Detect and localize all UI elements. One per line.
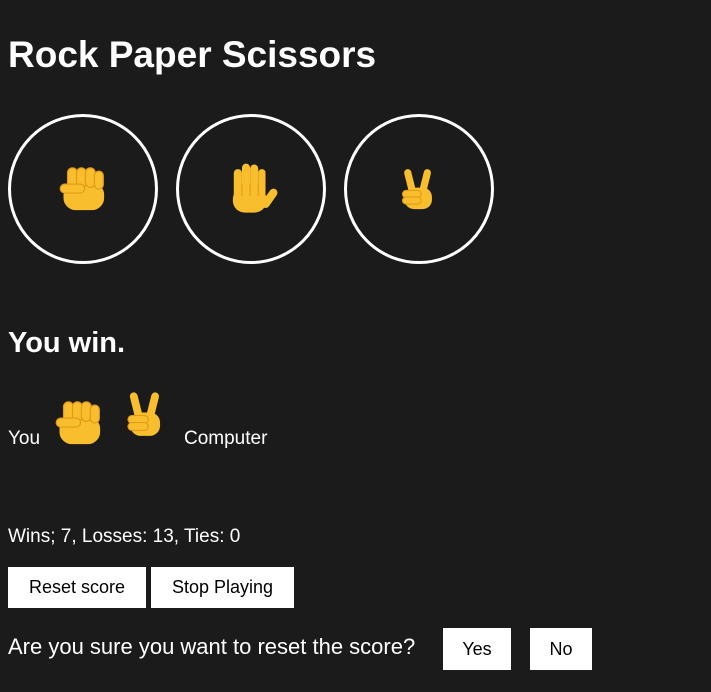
victory-hand-icon (396, 158, 442, 220)
stop-playing-button[interactable]: Stop Playing (151, 567, 294, 608)
score-text: Wins; 7, Losses: 13, Ties: 0 (8, 526, 241, 547)
confirm-yes-button[interactable]: Yes (443, 628, 511, 670)
result-text: You win. (8, 327, 126, 359)
paper-button[interactable] (176, 114, 326, 264)
scissors-button[interactable] (344, 114, 494, 264)
player-label: You (8, 428, 41, 449)
computer-label: Computer (184, 428, 268, 449)
raised-fist-icon (57, 163, 109, 215)
rock-button[interactable] (8, 114, 158, 264)
moves-row: You Computer (8, 382, 298, 452)
confirm-no-button[interactable]: No (530, 628, 592, 670)
move-choices (8, 114, 494, 264)
victory-hand-icon (121, 382, 171, 451)
reset-confirm-question: Are you sure you want to reset the score… (8, 634, 416, 659)
raised-fist-icon (53, 397, 105, 454)
page-title: Rock Paper Scissors (8, 34, 377, 75)
reset-score-button[interactable]: Reset score (8, 567, 146, 608)
raised-hand-icon (222, 158, 280, 220)
game-page: Rock Paper Scissors You win. You Compute… (0, 0, 711, 692)
